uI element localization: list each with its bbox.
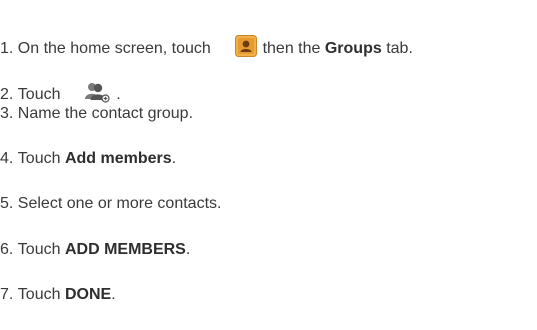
step-text: tab. bbox=[386, 40, 413, 57]
step-text: . bbox=[116, 86, 121, 103]
step-3: 3. Name the contact group. bbox=[0, 104, 193, 124]
contacts-app-icon bbox=[217, 15, 257, 83]
step-number: 7. bbox=[0, 286, 14, 303]
step-text: . bbox=[185, 241, 191, 258]
step-5: 5. Select one or more contacts. bbox=[0, 194, 221, 214]
step-text: . bbox=[111, 286, 116, 303]
step-text: Touch bbox=[17, 150, 61, 167]
step-7: 7. Touch DONE . bbox=[0, 285, 116, 305]
step-text: On the home screen, touch bbox=[17, 40, 211, 57]
step-text: . bbox=[171, 150, 177, 167]
step-number: 1. bbox=[0, 40, 14, 57]
step-number: 3. bbox=[0, 105, 14, 122]
step-4: 4. Touch Add members . bbox=[0, 149, 176, 169]
add-members-label: Add members bbox=[64, 150, 172, 167]
step-text: then the bbox=[262, 40, 321, 57]
step-text: Select one or more contacts. bbox=[17, 195, 222, 212]
step-6: 6. Touch ADD MEMBERS . bbox=[0, 240, 190, 260]
add-members-button-label: ADD MEMBERS bbox=[64, 241, 186, 258]
groups-tab-label: Groups bbox=[324, 40, 382, 57]
step-number: 5. bbox=[0, 195, 14, 212]
step-number: 4. bbox=[0, 150, 14, 167]
step-number: 2. bbox=[0, 86, 14, 103]
step-text: Touch bbox=[17, 86, 61, 103]
step-number: 6. bbox=[0, 241, 14, 258]
step-text: Touch bbox=[17, 286, 61, 303]
done-button-label: DONE bbox=[64, 286, 112, 303]
step-text: Name the contact group. bbox=[17, 105, 194, 122]
step-text: Touch bbox=[17, 241, 61, 258]
